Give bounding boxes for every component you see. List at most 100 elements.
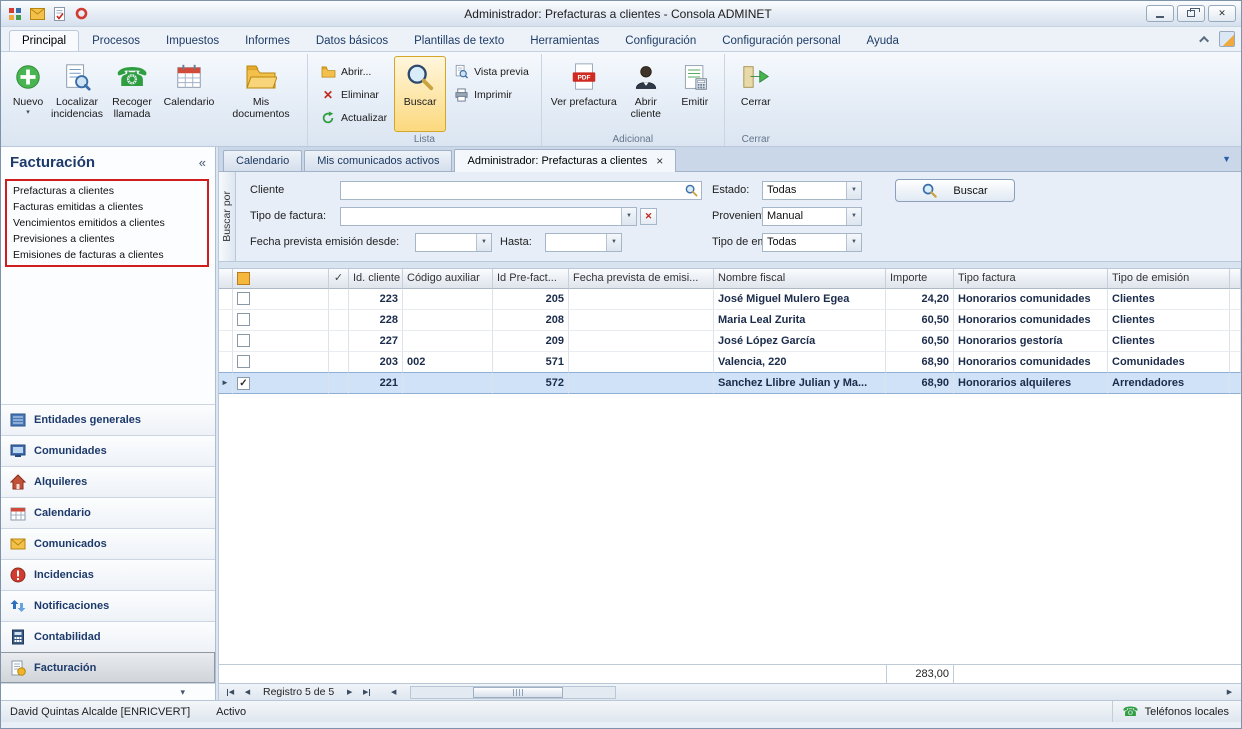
ribbon-tab-principal[interactable]: Principal: [9, 30, 79, 51]
buscar-por-tab[interactable]: Buscar por: [219, 172, 236, 261]
horizontal-scrollbar[interactable]: [410, 686, 616, 699]
ribbon-tab-ayuda[interactable]: Ayuda: [854, 30, 912, 51]
table-row[interactable]: 203 002 571 Valencia, 220 68,90 Honorari…: [219, 352, 1241, 373]
first-record-button[interactable]: ◀: [222, 685, 239, 699]
sidebar-item-alquileres[interactable]: Alquileres: [1, 466, 215, 497]
row-checkbox[interactable]: [237, 355, 250, 368]
estado-combo[interactable]: Todas ▼: [762, 181, 862, 200]
restore-button[interactable]: [1177, 5, 1205, 22]
sidebar-item-calendario[interactable]: Calendario: [1, 497, 215, 528]
proveniente-combo[interactable]: Manual ▼: [762, 207, 862, 226]
ribbon-tab-datos-basicos[interactable]: Datos básicos: [303, 30, 401, 51]
doc-tab-prefacturas[interactable]: Administrador: Prefacturas a clientes ×: [454, 149, 676, 172]
mis-documentos-button[interactable]: Mis documentos: [220, 56, 302, 132]
sidebar-item-contabilidad[interactable]: Contabilidad: [1, 621, 215, 652]
fecha-desde-dropdown-icon[interactable]: ▼: [476, 234, 491, 251]
tab-close-icon[interactable]: ×: [656, 156, 663, 166]
close-button[interactable]: ✕: [1208, 5, 1236, 22]
link-previsiones-a-clientes[interactable]: Previsiones a clientes: [7, 231, 207, 247]
ver-prefactura-button[interactable]: PDF Ver prefactura: [547, 56, 621, 132]
link-emisiones-de-facturas[interactable]: Emisiones de facturas a clientes: [7, 247, 207, 263]
row-checkbox-checked[interactable]: ✓: [237, 377, 250, 390]
emitir-button[interactable]: Emitir: [671, 56, 719, 132]
proveniente-dropdown-icon[interactable]: ▼: [846, 208, 861, 225]
fecha-desde-combo[interactable]: ▼: [415, 233, 492, 252]
cliente-input[interactable]: [340, 181, 702, 200]
ribbon-tab-herramientas[interactable]: Herramientas: [517, 30, 612, 51]
abrir-button[interactable]: Abrir...: [315, 61, 392, 82]
last-record-button[interactable]: ▶: [358, 685, 375, 699]
ribbon-tab-impuestos[interactable]: Impuestos: [153, 30, 232, 51]
sidebar-item-incidencias[interactable]: Incidencias: [1, 559, 215, 590]
collapse-ribbon-button[interactable]: [1197, 31, 1213, 47]
tipo-factura-dropdown-icon[interactable]: ▼: [621, 208, 636, 225]
ribbon-tab-plantillas[interactable]: Plantillas de texto: [401, 30, 517, 51]
column-header-tipo-factura[interactable]: Tipo factura: [954, 269, 1108, 289]
tipo-factura-combo[interactable]: ▼: [340, 207, 637, 226]
table-row[interactable]: 223 205 José Miguel Mulero Egea 24,20 Ho…: [219, 289, 1241, 310]
cliente-search-icon[interactable]: [685, 184, 698, 197]
column-header-fecha-prevista[interactable]: Fecha prevista de emisi...: [569, 269, 714, 289]
sidebar-collapse-button[interactable]: «: [199, 155, 206, 170]
buscar-button[interactable]: Buscar: [895, 179, 1015, 202]
ribbon-tab-procesos[interactable]: Procesos: [79, 30, 153, 51]
app-icon[interactable]: [6, 5, 24, 23]
row-checkbox[interactable]: [237, 313, 250, 326]
vista-previa-button[interactable]: Vista previa: [448, 61, 534, 82]
telefonos-locales-button[interactable]: ☎ Teléfonos locales: [1112, 701, 1241, 722]
recoger-llamada-button[interactable]: ☎ Recoger llamada: [106, 56, 158, 132]
eliminar-button[interactable]: ✕ Eliminar: [315, 84, 392, 105]
ribbon-tab-configuracion[interactable]: Configuración: [612, 30, 709, 51]
minimize-button[interactable]: [1146, 5, 1174, 22]
estado-dropdown-icon[interactable]: ▼: [846, 182, 861, 199]
link-facturas-emitidas[interactable]: Facturas emitidas a clientes: [7, 199, 207, 215]
ribbon-tab-informes[interactable]: Informes: [232, 30, 303, 51]
previous-record-button[interactable]: ◀: [239, 685, 256, 699]
mail-icon[interactable]: [28, 5, 46, 23]
column-header-id-prefactura[interactable]: Id Pre-fact...: [493, 269, 569, 289]
sidebar-item-comunidades[interactable]: Comunidades: [1, 435, 215, 466]
row-checkbox[interactable]: [237, 292, 250, 305]
style-panel-icon[interactable]: [1219, 31, 1235, 47]
row-checkbox[interactable]: [237, 334, 250, 347]
buscar-ribbon-button[interactable]: Buscar: [394, 56, 446, 132]
doc-tab-calendario[interactable]: Calendario: [223, 150, 302, 171]
tipo-factura-clear-button[interactable]: ✕: [640, 208, 657, 225]
record-icon[interactable]: [72, 5, 90, 23]
doc-tab-mis-comunicados[interactable]: Mis comunicados activos: [304, 150, 452, 171]
actualizar-button[interactable]: Actualizar: [315, 107, 392, 128]
hasta-combo[interactable]: ▼: [545, 233, 622, 252]
column-header-tipo-emision[interactable]: Tipo de emisión: [1108, 269, 1230, 289]
link-vencimientos-emitidos[interactable]: Vencimientos emitidos a clientes: [7, 215, 207, 231]
sidebar-expand-icon[interactable]: ▾: [180, 687, 185, 698]
scroll-left-button[interactable]: ◀: [385, 685, 402, 699]
hasta-dropdown-icon[interactable]: ▼: [606, 234, 621, 251]
nuevo-button[interactable]: Nuevo ▾: [8, 56, 48, 132]
tab-list-dropdown-icon[interactable]: ▼: [1222, 154, 1231, 164]
localizar-incidencias-button[interactable]: Localizar incidencias: [48, 56, 106, 132]
column-header-codigo-auxiliar[interactable]: Código auxiliar: [403, 269, 493, 289]
sidebar-item-comunicados[interactable]: Comunicados: [1, 528, 215, 559]
table-row-selected[interactable]: ► ✓ 221 572 Sanchez Llibre Julian y Ma..…: [219, 373, 1241, 394]
link-prefacturas-a-clientes[interactable]: Prefacturas a clientes: [7, 183, 207, 199]
tipo-emision-dropdown-icon[interactable]: ▼: [846, 234, 861, 251]
calendario-ribbon-button[interactable]: Calendario: [158, 56, 220, 132]
tipo-emision-combo[interactable]: Todas ▼: [762, 233, 862, 252]
table-row[interactable]: 227 209 José López García 60,50 Honorari…: [219, 331, 1241, 352]
abrir-cliente-button[interactable]: Abrir cliente: [621, 56, 671, 132]
table-row[interactable]: 228 208 Maria Leal Zurita 60,50 Honorari…: [219, 310, 1241, 331]
scrollbar-thumb[interactable]: [473, 687, 563, 698]
column-header-nombre-fiscal[interactable]: Nombre fiscal: [714, 269, 886, 289]
column-header-importe[interactable]: Importe: [886, 269, 954, 289]
select-all-checkbox[interactable]: [237, 272, 250, 285]
scroll-right-button[interactable]: ▶: [1221, 685, 1238, 699]
document-check-icon[interactable]: [50, 5, 68, 23]
column-header-id-cliente[interactable]: Id. cliente: [349, 269, 403, 289]
imprimir-button[interactable]: Imprimir: [448, 84, 534, 105]
sidebar-item-entidades-generales[interactable]: Entidades generales: [1, 404, 215, 435]
next-record-button[interactable]: ▶: [341, 685, 358, 699]
sidebar-item-facturacion[interactable]: Facturación: [1, 652, 215, 683]
sidebar-item-notificaciones[interactable]: Notificaciones: [1, 590, 215, 621]
ribbon-tab-configuracion-personal[interactable]: Configuración personal: [709, 30, 853, 51]
cerrar-button[interactable]: Cerrar: [730, 56, 782, 132]
